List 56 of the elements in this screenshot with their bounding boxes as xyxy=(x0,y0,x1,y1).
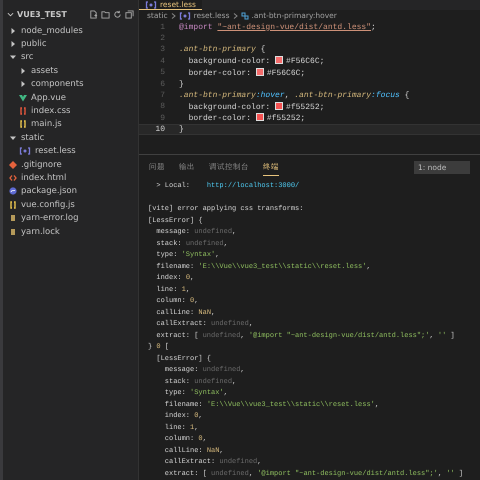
line-number: 10 xyxy=(154,125,166,134)
new-folder-icon[interactable] xyxy=(101,10,110,18)
code-line: } xyxy=(179,80,184,89)
braces-icon xyxy=(145,0,157,8)
code-line: @import "~ant-design-vue/dist/antd.less"; xyxy=(179,22,376,32)
code-line: background-color: #F56C6C; xyxy=(188,56,324,66)
code-line: background-color: #f55252; xyxy=(188,102,324,112)
file-item[interactable]: package.json xyxy=(3,184,138,198)
file-item[interactable]: index.css xyxy=(3,104,138,118)
line-number: 4 xyxy=(159,56,166,66)
chevron-down-icon[interactable] xyxy=(7,10,14,18)
braces-icon xyxy=(19,107,27,116)
code-line: } xyxy=(179,125,184,134)
file-item[interactable]: vue.config.js xyxy=(3,198,138,212)
explorer-title: VUE3_TEST xyxy=(17,10,68,18)
line-number: 5 xyxy=(159,68,166,78)
line-number: 2 xyxy=(159,34,166,44)
refresh-icon[interactable] xyxy=(113,10,122,18)
chevron-down-icon xyxy=(9,53,17,62)
line-number: 9 xyxy=(159,114,166,123)
diamond-icon xyxy=(9,160,17,169)
vue-file-icon xyxy=(19,94,27,102)
file-item[interactable]: .gitignore xyxy=(3,158,138,172)
folder-item[interactable]: src xyxy=(3,50,138,64)
chevron-down-icon xyxy=(9,134,17,142)
folder-item[interactable]: public xyxy=(3,37,138,51)
folder-item[interactable]: static xyxy=(3,131,138,145)
chevron-right-icon xyxy=(170,12,176,19)
folder-item[interactable]: node_modules xyxy=(3,24,138,38)
collapse-icon[interactable] xyxy=(125,10,134,18)
code-line: .ant-btn-primary { xyxy=(179,45,266,54)
braces-icon xyxy=(178,12,191,20)
file-item[interactable]: yarn.lock xyxy=(3,224,138,238)
braces-icon xyxy=(9,200,17,209)
line-number: 3 xyxy=(159,45,166,54)
braces-icon xyxy=(19,120,27,128)
new-file-icon[interactable] xyxy=(89,10,98,18)
file-item[interactable]: main.js xyxy=(3,118,138,132)
line-number: 6 xyxy=(159,80,166,89)
folder-item[interactable]: components xyxy=(3,78,138,91)
code-line: .ant-btn-primary:hover, .ant-btn-primary:focus { xyxy=(179,91,410,100)
line-number: 1 xyxy=(159,22,166,32)
line-number: 8 xyxy=(159,102,166,112)
line-number: 7 xyxy=(159,91,166,100)
file-item[interactable]: App.vue xyxy=(3,90,138,104)
angle-brackets-icon xyxy=(9,174,17,182)
file-item[interactable]: reset.less xyxy=(3,144,138,158)
code-line: border-color: #f55252; xyxy=(188,113,306,124)
file-item[interactable]: index.html xyxy=(3,171,138,185)
circle-icon xyxy=(9,187,17,196)
code-line: border-color: #F56C6C; xyxy=(188,68,306,78)
chevron-right-icon xyxy=(232,12,238,19)
symbol-icon xyxy=(240,12,248,20)
file-item[interactable]: yarn-error.log xyxy=(3,211,138,225)
folder-item[interactable]: assets xyxy=(3,64,138,78)
braces-icon xyxy=(19,147,31,156)
